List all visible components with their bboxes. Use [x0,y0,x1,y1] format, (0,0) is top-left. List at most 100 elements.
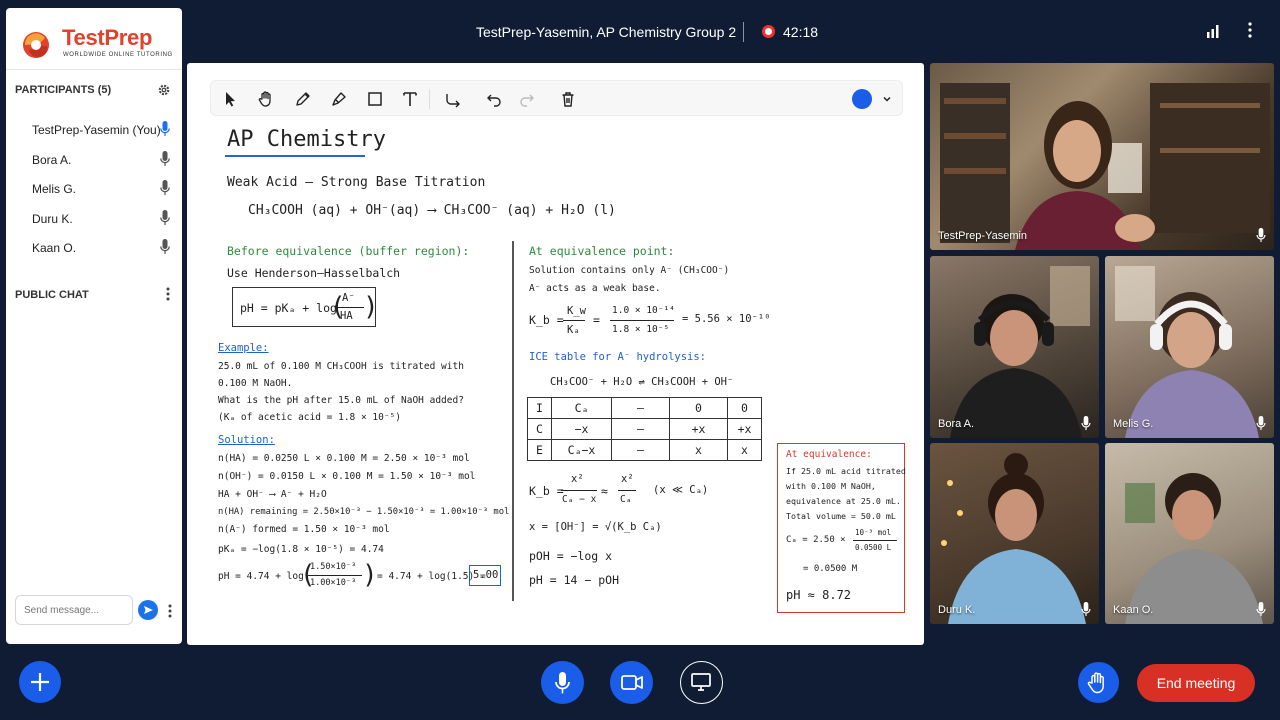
text-tool-icon[interactable] [401,90,419,108]
video-tile-host[interactable]: TestPrep-Yasemin [930,63,1274,250]
microphone-icon [1256,228,1266,243]
kb-result: = 5.56 × 10⁻¹⁰ [682,313,771,325]
ice-cell: −x [551,418,612,440]
final-answer: 5.00 [473,569,499,581]
video-tile[interactable]: Duru K. [930,443,1099,624]
chat-menu-icon[interactable] [166,287,170,301]
microphone-active-icon[interactable] [160,121,170,137]
participant-row[interactable]: TestPrep-Yasemin (You) [6,114,182,144]
video-participant-name: Melis G. [1113,418,1154,430]
participant-name: Melis G. [32,182,77,196]
end-meeting-button[interactable]: End meeting [1137,664,1255,702]
raise-hand-button[interactable] [1078,662,1119,703]
hand-pan-icon[interactable] [257,90,275,108]
ca-lhs: Cₐ = 2.50 × [786,535,846,545]
chevron-down-icon[interactable] [883,95,891,103]
kb2-numerator: x² [571,473,584,485]
screen-share-icon [691,673,711,691]
participant-name: Bora A. [32,152,72,167]
message-options-icon[interactable] [168,604,172,618]
solution-label: Solution: [218,434,275,446]
example-line: 0.100 M NaOH. [218,378,293,389]
more-options-icon[interactable] [1248,22,1252,38]
rectangle-shape-icon[interactable] [366,90,384,108]
ice-cell: x [727,439,762,461]
trash-icon[interactable] [559,90,577,108]
topbar-divider [743,22,744,42]
participant-row[interactable]: Kaan O. [6,232,182,262]
microphone-icon [1256,602,1266,617]
board-title: AP Chemistry [227,127,386,152]
ice-cell: x [669,439,728,461]
video-tile[interactable]: Bora A. [930,256,1099,438]
ca-result: = 0.0500 M [803,564,858,574]
camera-button[interactable] [610,661,653,704]
video-tile[interactable]: Kaan O. [1105,443,1274,624]
logo-mark-icon [23,32,49,58]
column-divider [512,241,514,601]
fraction-bar [563,320,585,321]
note-line: If 25.0 mL acid titrated [786,466,906,476]
participants-list: TestPrep-Yasemin (You) Bora A. Melis G. … [6,114,182,262]
send-button[interactable] [138,600,158,620]
connection-signal-icon[interactable] [1206,24,1220,38]
redo-icon[interactable] [518,90,536,108]
microphone-icon [1081,416,1091,431]
participant-row[interactable]: Bora A. [6,144,182,174]
x-formula: x = [OH⁻] = √(K_b Cₐ) [529,521,662,533]
kb2-lhs: K_b = [529,484,564,498]
video-participant-name: TestPrep-Yasemin [938,230,1028,242]
color-picker-swatch[interactable] [852,89,872,109]
reaction-equation: CH₃COOH (aq) + OH⁻(aq) ⟶ CH₃COO⁻ (aq) + … [248,203,616,218]
fraction-bar [853,540,897,541]
ice-cell: 0 [727,397,762,419]
brand-name: TestPrep [62,25,153,50]
ice-cell: — [611,418,670,440]
add-button[interactable] [19,661,61,703]
whiteboard[interactable]: AP Chemistry Weak Acid – Strong Base Tit… [187,63,924,645]
ice-cell: Cₐ [551,397,612,419]
participant-row[interactable]: Melis G. [6,173,182,203]
microphone-icon[interactable] [160,150,170,167]
select-pointer-icon[interactable] [221,90,239,108]
video-frame [950,266,1090,438]
raise-hand-icon [1087,672,1104,694]
equivalence-line: Solution contains only A⁻ (CH₃COO⁻) [529,265,730,276]
video-participant-name: Kaan O. [1113,604,1154,616]
undo-icon[interactable] [485,90,503,108]
connector-arrow-icon[interactable] [444,90,462,108]
solution-line: n(HA) = 0.0250 L × 0.100 M = 2.50 × 10⁻³… [218,453,470,464]
microphone-icon[interactable] [160,180,170,196]
example-label: Example: [218,342,269,354]
kb2-denominator: Cₐ − x [562,494,597,505]
video-participant-name: Bora A. [938,418,975,430]
buffer-heading: Before equivalence (buffer region): [227,244,470,258]
fraction-bar [561,490,597,491]
kb-value-numerator: 1.0 × 10⁻¹⁴ [612,305,675,316]
microphone-icon[interactable] [160,209,170,226]
video-tile[interactable]: Melis G. [1105,256,1274,438]
chat-header: PUBLIC CHAT [15,289,89,301]
pen-icon[interactable] [294,90,312,108]
share-screen-button[interactable] [680,661,723,704]
video-frame [940,83,1270,250]
gear-icon[interactable] [158,84,170,96]
equivalence-line: A⁻ acts as a weak base. [529,283,661,294]
approximation-note: (x ≪ Cₐ) [653,484,709,496]
ice-reaction: CH₃COO⁻ + H₂O ⇌ CH₃COOH + OH⁻ [550,376,734,388]
chat-message-input[interactable]: Send message... [15,595,133,625]
ca-denominator: 0.0500 L [855,543,892,552]
participant-name: TestPrep-Yasemin (You) [32,123,161,137]
meeting-title: TestPrep-Yasemin, AP Chemistry Group 2 [476,24,737,40]
brand-logo: TestPrep WORLDWIDE ONLINE TUTORING [6,8,182,70]
highlighter-icon[interactable] [330,90,348,108]
ice-heading: ICE table for A⁻ hydrolysis: [529,351,707,363]
fraction-bar [618,490,636,491]
paren-left: ( [300,560,316,590]
video-frame [1115,266,1259,438]
participant-row[interactable]: Duru K. [6,203,182,233]
microphone-icon[interactable] [160,239,170,255]
example-line: What is the pH after 15.0 mL of NaOH add… [218,395,464,406]
equals-sign: = [593,313,600,327]
microphone-button[interactable] [541,661,584,704]
